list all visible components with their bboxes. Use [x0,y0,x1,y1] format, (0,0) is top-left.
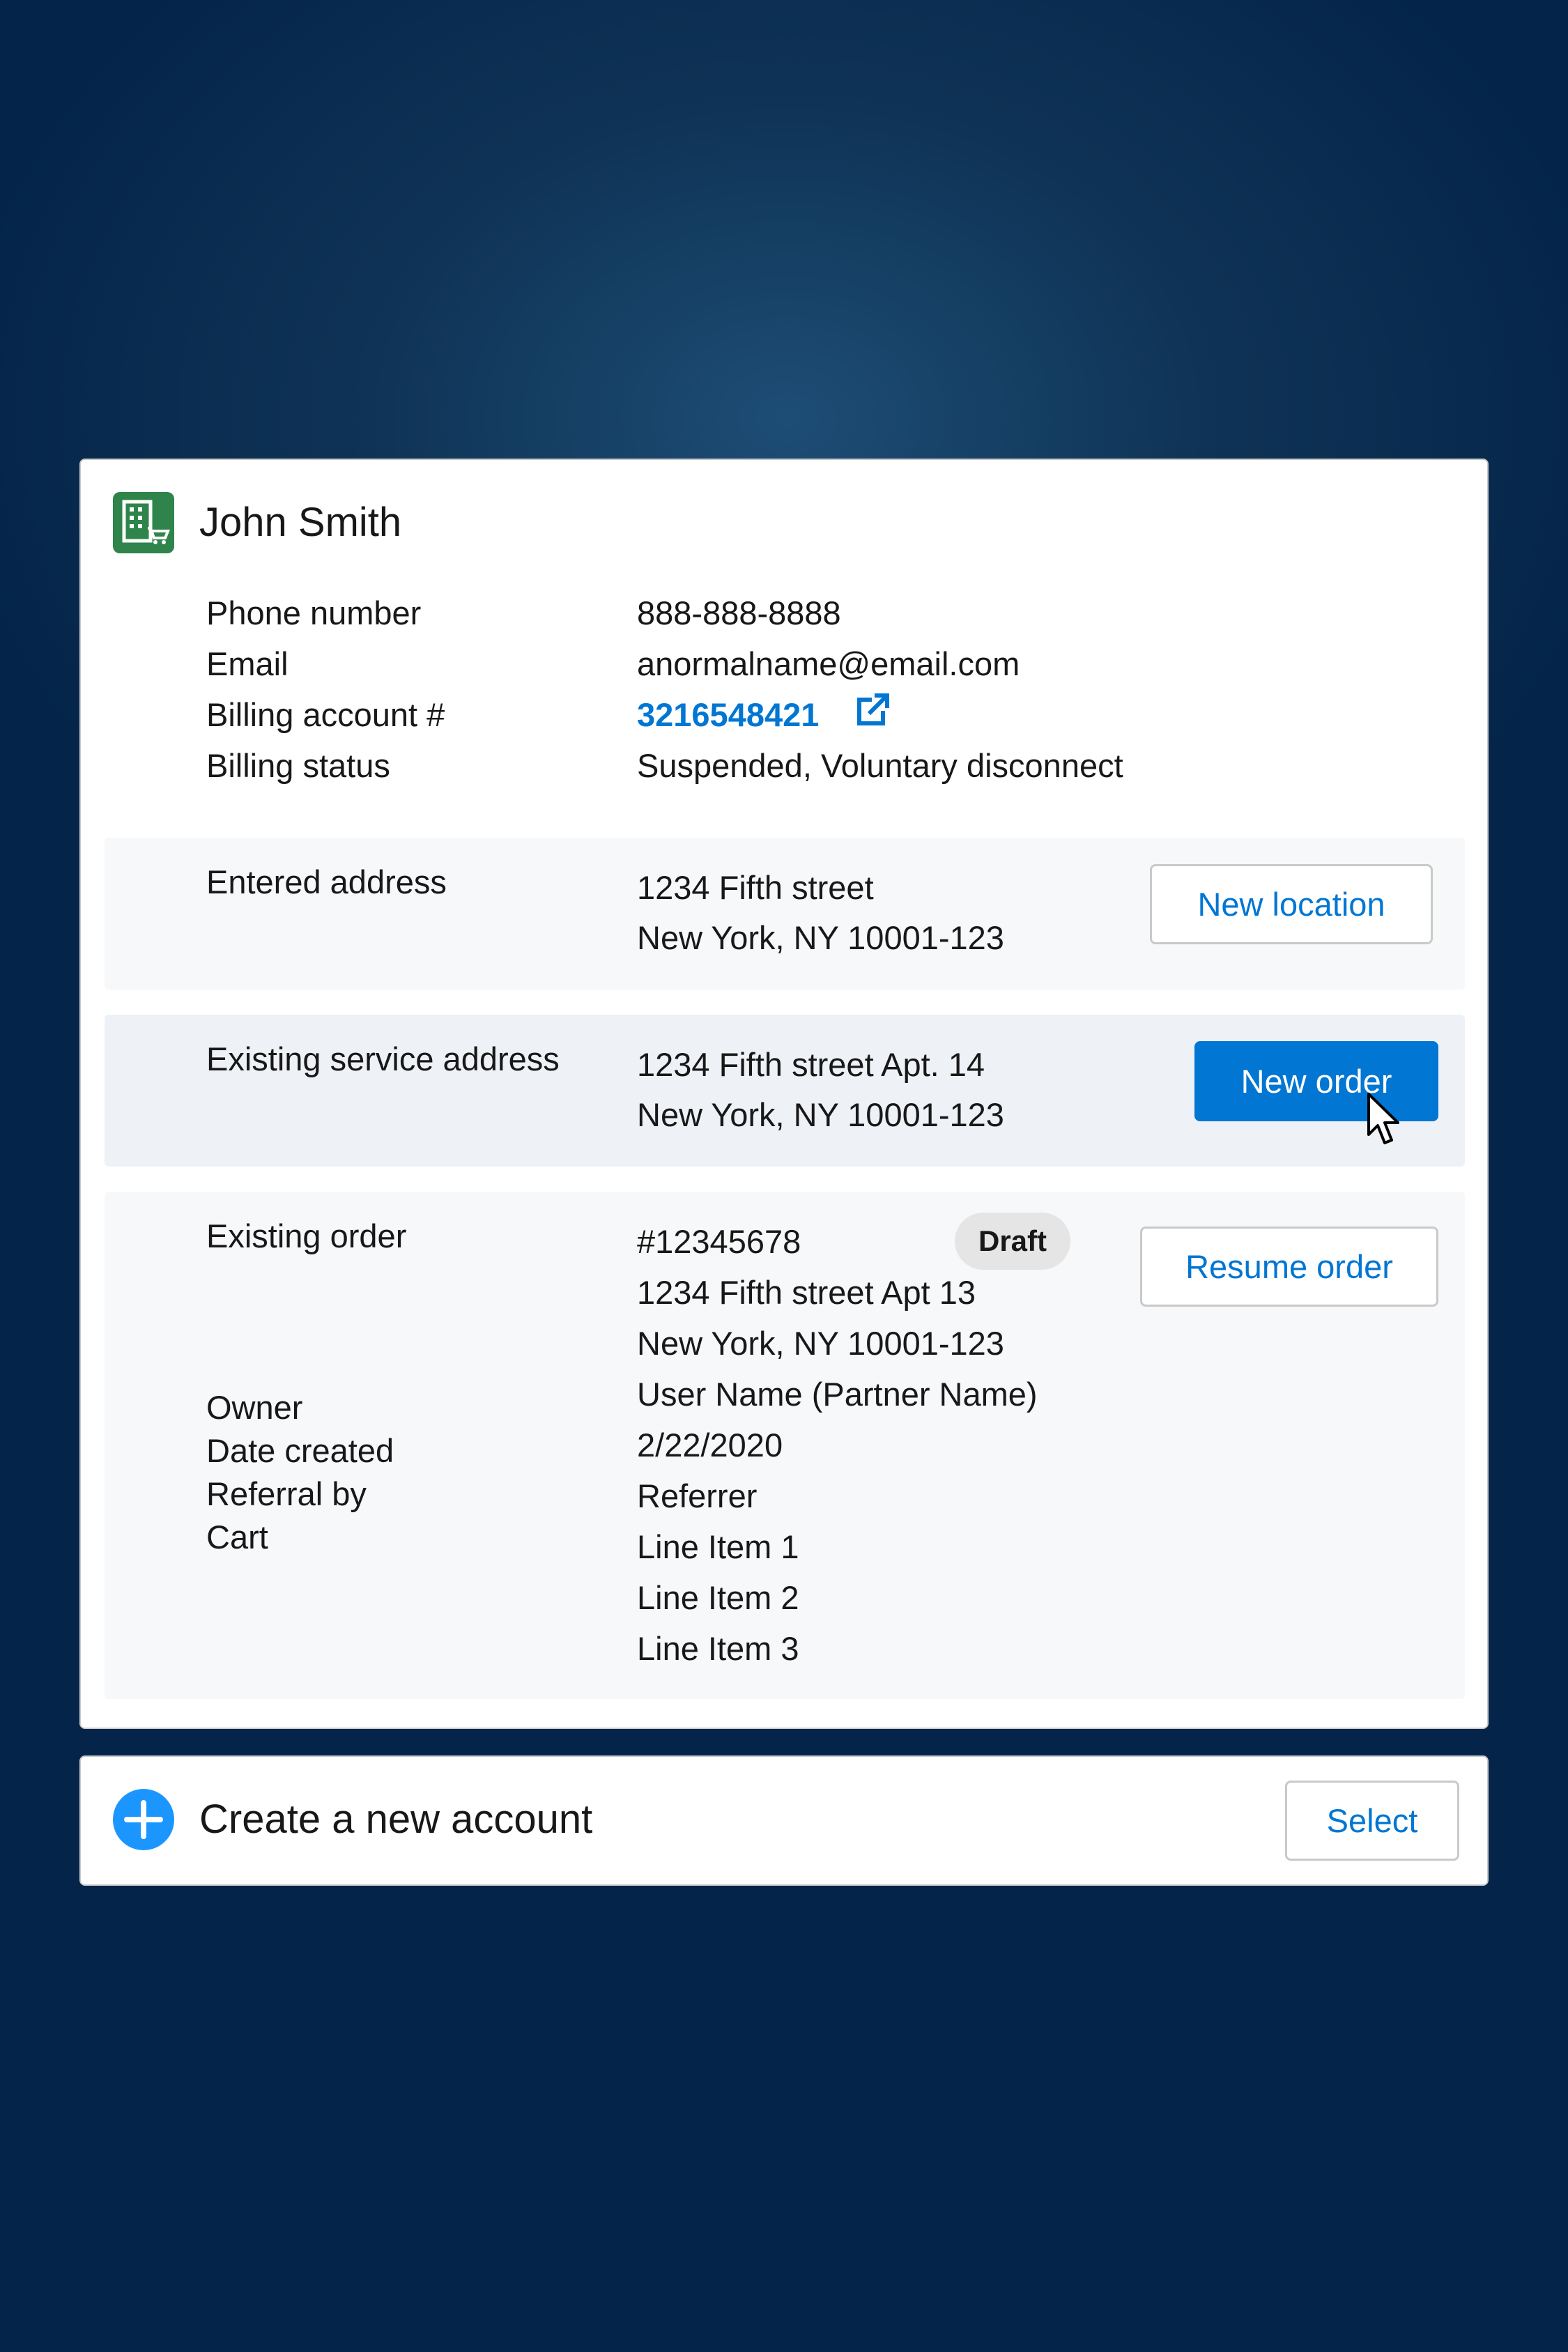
entered-address-label: Entered address [206,863,447,900]
referral-value: Referrer [637,1477,758,1514]
entered-address-line2: New York, NY 10001-123 [637,919,1004,956]
create-account-title[interactable]: Create a new account [199,1792,592,1847]
cart-item: Line Item 2 [637,1579,799,1616]
resume-order-button[interactable]: Resume order [1140,1227,1438,1307]
mouse-cursor-icon [1367,1093,1399,1144]
order-address-line1: 1234 Fifth street Apt 13 [637,1274,976,1311]
service-address-label: Existing service address [206,1040,560,1077]
owner-value: User Name (Partner Name) [637,1376,1038,1413]
order-number: #12345678 [637,1223,801,1260]
new-location-button[interactable]: New location [1150,864,1433,944]
external-link-icon[interactable] [851,690,893,732]
entered-address-line1: 1234 Fifth street [637,869,874,906]
service-address-section: Existing service address 1234 Fifth stre… [105,1015,1465,1167]
email-value: anormalname@email.com [637,645,1020,682]
service-address-line1: 1234 Fifth street Apt. 14 [637,1046,985,1083]
account-name[interactable]: John Smith [199,495,401,551]
cart-item: Line Item 1 [637,1528,799,1565]
create-account-card: Create a new account Select [79,1755,1489,1886]
service-address-line2: New York, NY 10001-123 [637,1096,1004,1133]
cart-item: Line Item 3 [637,1630,799,1667]
billing-account-link[interactable]: 3216548421 [637,690,819,740]
order-address-line2: New York, NY 10001-123 [637,1325,1004,1362]
account-card: John Smith Phone number 888-888-8888 Ema… [79,459,1489,1729]
billing-status-label: Billing status [206,747,390,784]
phone-value: 888-888-8888 [637,594,841,631]
plus-icon[interactable] [113,1789,174,1850]
existing-order-label: Existing order [206,1217,407,1254]
cart-label: Cart [206,1519,268,1555]
billing-status-value: Suspended, Voluntary disconnect [637,747,1123,784]
select-button[interactable]: Select [1285,1781,1459,1861]
date-created-value: 2/22/2020 [637,1427,783,1463]
phone-label: Phone number [206,594,422,631]
billing-account-label: Billing account # [206,696,445,733]
email-label: Email [206,645,289,682]
existing-order-section: Existing order #12345678 Draft 1234 Fift… [105,1192,1465,1699]
draft-status-badge: Draft [955,1213,1070,1270]
building-cart-icon [113,492,174,553]
entered-address-section: Entered address 1234 Fifth street New Yo… [105,838,1465,990]
